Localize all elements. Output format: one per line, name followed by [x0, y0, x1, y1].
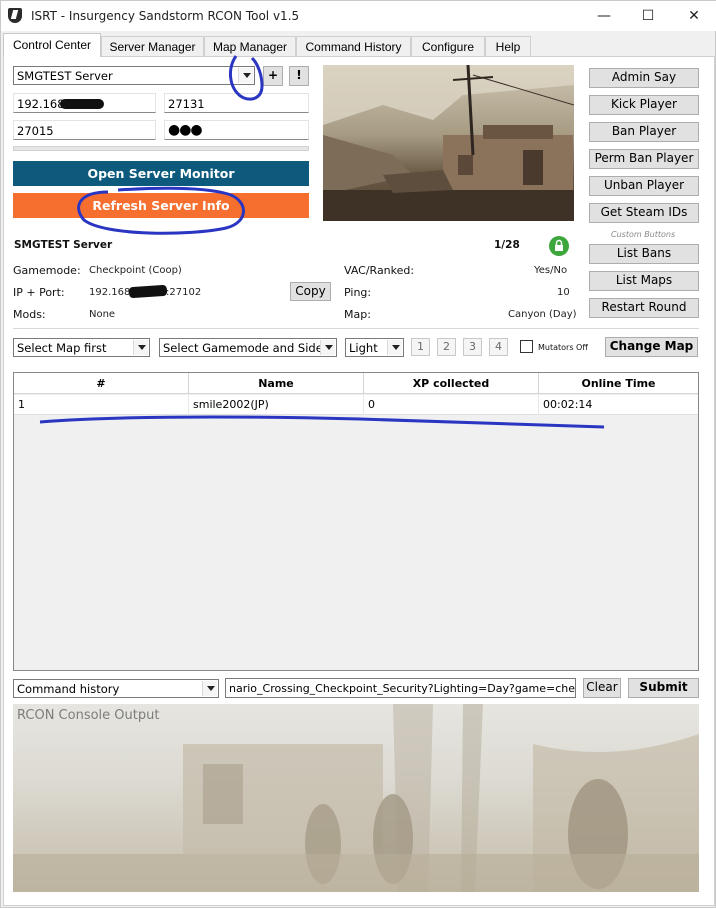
command-history-select-value: Command history — [17, 682, 120, 696]
chevron-down-icon — [202, 681, 217, 696]
slot-button-2[interactable]: 2 — [437, 338, 456, 356]
slot-button-3[interactable]: 3 — [463, 338, 482, 356]
window-title: ISRT - Insurgency Sandstorm RCON Tool v1… — [31, 9, 300, 23]
ip-port-value-start: 192.168. — [89, 287, 134, 298]
mutators-checkbox[interactable] — [520, 340, 533, 353]
open-server-monitor-button[interactable]: Open Server Monitor — [13, 161, 309, 186]
submit-button[interactable]: Submit — [628, 678, 699, 698]
maximize-icon[interactable]: ☐ — [625, 1, 671, 31]
app-window: ISRT - Insurgency Sandstorm RCON Tool v1… — [0, 0, 716, 908]
col-header-number[interactable]: # — [14, 373, 189, 394]
list-bans-button[interactable]: List Bans — [589, 244, 699, 264]
chevron-down-icon — [387, 340, 402, 355]
players-table: # Name XP collected Online Time 1 smile2… — [13, 372, 699, 671]
ping-value: 10 — [557, 287, 570, 298]
ban-player-button[interactable]: Ban Player — [589, 122, 699, 142]
custom-buttons-caption: Custom Buttons — [611, 230, 676, 239]
lighting-select[interactable]: Light — [345, 338, 404, 357]
lighting-select-value: Light — [349, 341, 378, 355]
ip-port-value-end: :27102 — [166, 287, 202, 298]
list-maps-button[interactable]: List Maps — [589, 271, 699, 291]
progress-bar — [13, 146, 309, 151]
password-field[interactable]: ●●● — [164, 120, 309, 140]
unban-player-button[interactable]: Unban Player — [589, 176, 699, 196]
admin-say-button[interactable]: Admin Say — [589, 68, 699, 88]
lock-icon-svg — [555, 239, 563, 251]
restart-round-button[interactable]: Restart Round — [589, 298, 699, 318]
rcon-console-output[interactable]: RCON Console Output — [13, 704, 699, 892]
refresh-server-info-button[interactable]: Refresh Server Info — [13, 193, 309, 218]
add-server-button[interactable]: + — [263, 66, 283, 86]
map-preview-image — [323, 65, 574, 221]
gamemode-value: Checkpoint (Coop) — [89, 265, 182, 276]
section-divider — [13, 328, 699, 329]
app-shield-icon — [8, 8, 22, 23]
rcon-port-field[interactable]: 27015 — [13, 120, 156, 140]
tab-command-history[interactable]: Command History — [296, 36, 411, 56]
player-count: 1/28 — [494, 239, 520, 251]
slot-button-4[interactable]: 4 — [489, 338, 508, 356]
tab-map-manager[interactable]: Map Manager — [204, 36, 296, 56]
ip-field[interactable]: 192.168. — [13, 93, 156, 113]
mods-value: None — [89, 309, 116, 320]
map-select-value: Select Map first — [17, 341, 107, 355]
gamemode-side-select-value: Select Gamemode and Side — [163, 341, 323, 355]
slot-button-1[interactable]: 1 — [411, 338, 430, 356]
close-icon[interactable]: ✕ — [671, 1, 716, 31]
map-value: Canyon (Day) — [508, 309, 577, 320]
mods-label: Mods: — [13, 308, 46, 321]
server-select[interactable]: SMGTEST Server — [13, 66, 255, 85]
col-header-online-time[interactable]: Online Time — [539, 373, 698, 394]
col-header-xp[interactable]: XP collected — [364, 373, 539, 394]
map-label: Map: — [344, 308, 371, 321]
cell-xp: 0 — [364, 395, 539, 415]
server-select-value: SMGTEST Server — [17, 69, 113, 83]
gamemode-side-select[interactable]: Select Gamemode and Side — [159, 338, 337, 357]
table-row[interactable]: 1 smile2002(JP) 0 00:02:14 — [14, 395, 698, 415]
vac-ranked-value: Yes/No — [534, 265, 568, 276]
change-map-button[interactable]: Change Map — [605, 337, 698, 357]
tab-server-manager[interactable]: Server Manager — [101, 36, 204, 56]
game-port-field[interactable]: 27131 — [164, 93, 309, 113]
clear-button[interactable]: Clear — [583, 678, 621, 698]
chevron-down-icon — [133, 340, 148, 355]
cell-number: 1 — [14, 395, 189, 415]
ip-port-label: IP + Port: — [13, 286, 65, 299]
tab-bar: Control Center Server Manager Map Manage… — [1, 33, 716, 57]
console-placeholder: RCON Console Output — [17, 708, 160, 723]
command-input[interactable]: nario_Crossing_Checkpoint_Security?Light… — [225, 678, 576, 698]
ping-label: Ping: — [344, 286, 372, 299]
get-steam-ids-button[interactable]: Get Steam IDs — [589, 203, 699, 223]
vac-ranked-label: VAC/Ranked: — [344, 264, 415, 277]
warn-button[interactable]: ! — [289, 66, 309, 86]
map-select[interactable]: Select Map first — [13, 338, 150, 357]
server-name: SMGTEST Server — [14, 239, 113, 251]
minimize-icon[interactable]: — — [581, 1, 627, 31]
tab-configure[interactable]: Configure — [411, 36, 485, 56]
perm-ban-player-button[interactable]: Perm Ban Player — [589, 149, 699, 169]
chevron-down-icon — [320, 340, 335, 355]
copy-button[interactable]: Copy — [290, 282, 331, 301]
lock-icon — [549, 236, 569, 256]
tab-help[interactable]: Help — [485, 36, 531, 56]
gamemode-label: Gamemode: — [13, 264, 81, 277]
players-table-header: # Name XP collected Online Time — [14, 373, 698, 394]
kick-player-button[interactable]: Kick Player — [589, 95, 699, 115]
chevron-down-icon — [238, 68, 253, 83]
command-history-select[interactable]: Command history — [13, 679, 219, 698]
title-bar: ISRT - Insurgency Sandstorm RCON Tool v1… — [1, 1, 716, 31]
ip-redaction — [60, 99, 104, 109]
cell-name: smile2002(JP) — [189, 395, 364, 415]
col-header-name[interactable]: Name — [189, 373, 364, 394]
cell-online-time: 00:02:14 — [543, 398, 593, 411]
console-background-art — [13, 704, 699, 892]
map-preview-svg — [323, 65, 574, 221]
tab-control-center[interactable]: Control Center — [3, 33, 101, 57]
mutators-label: Mutators Off — [538, 343, 588, 352]
